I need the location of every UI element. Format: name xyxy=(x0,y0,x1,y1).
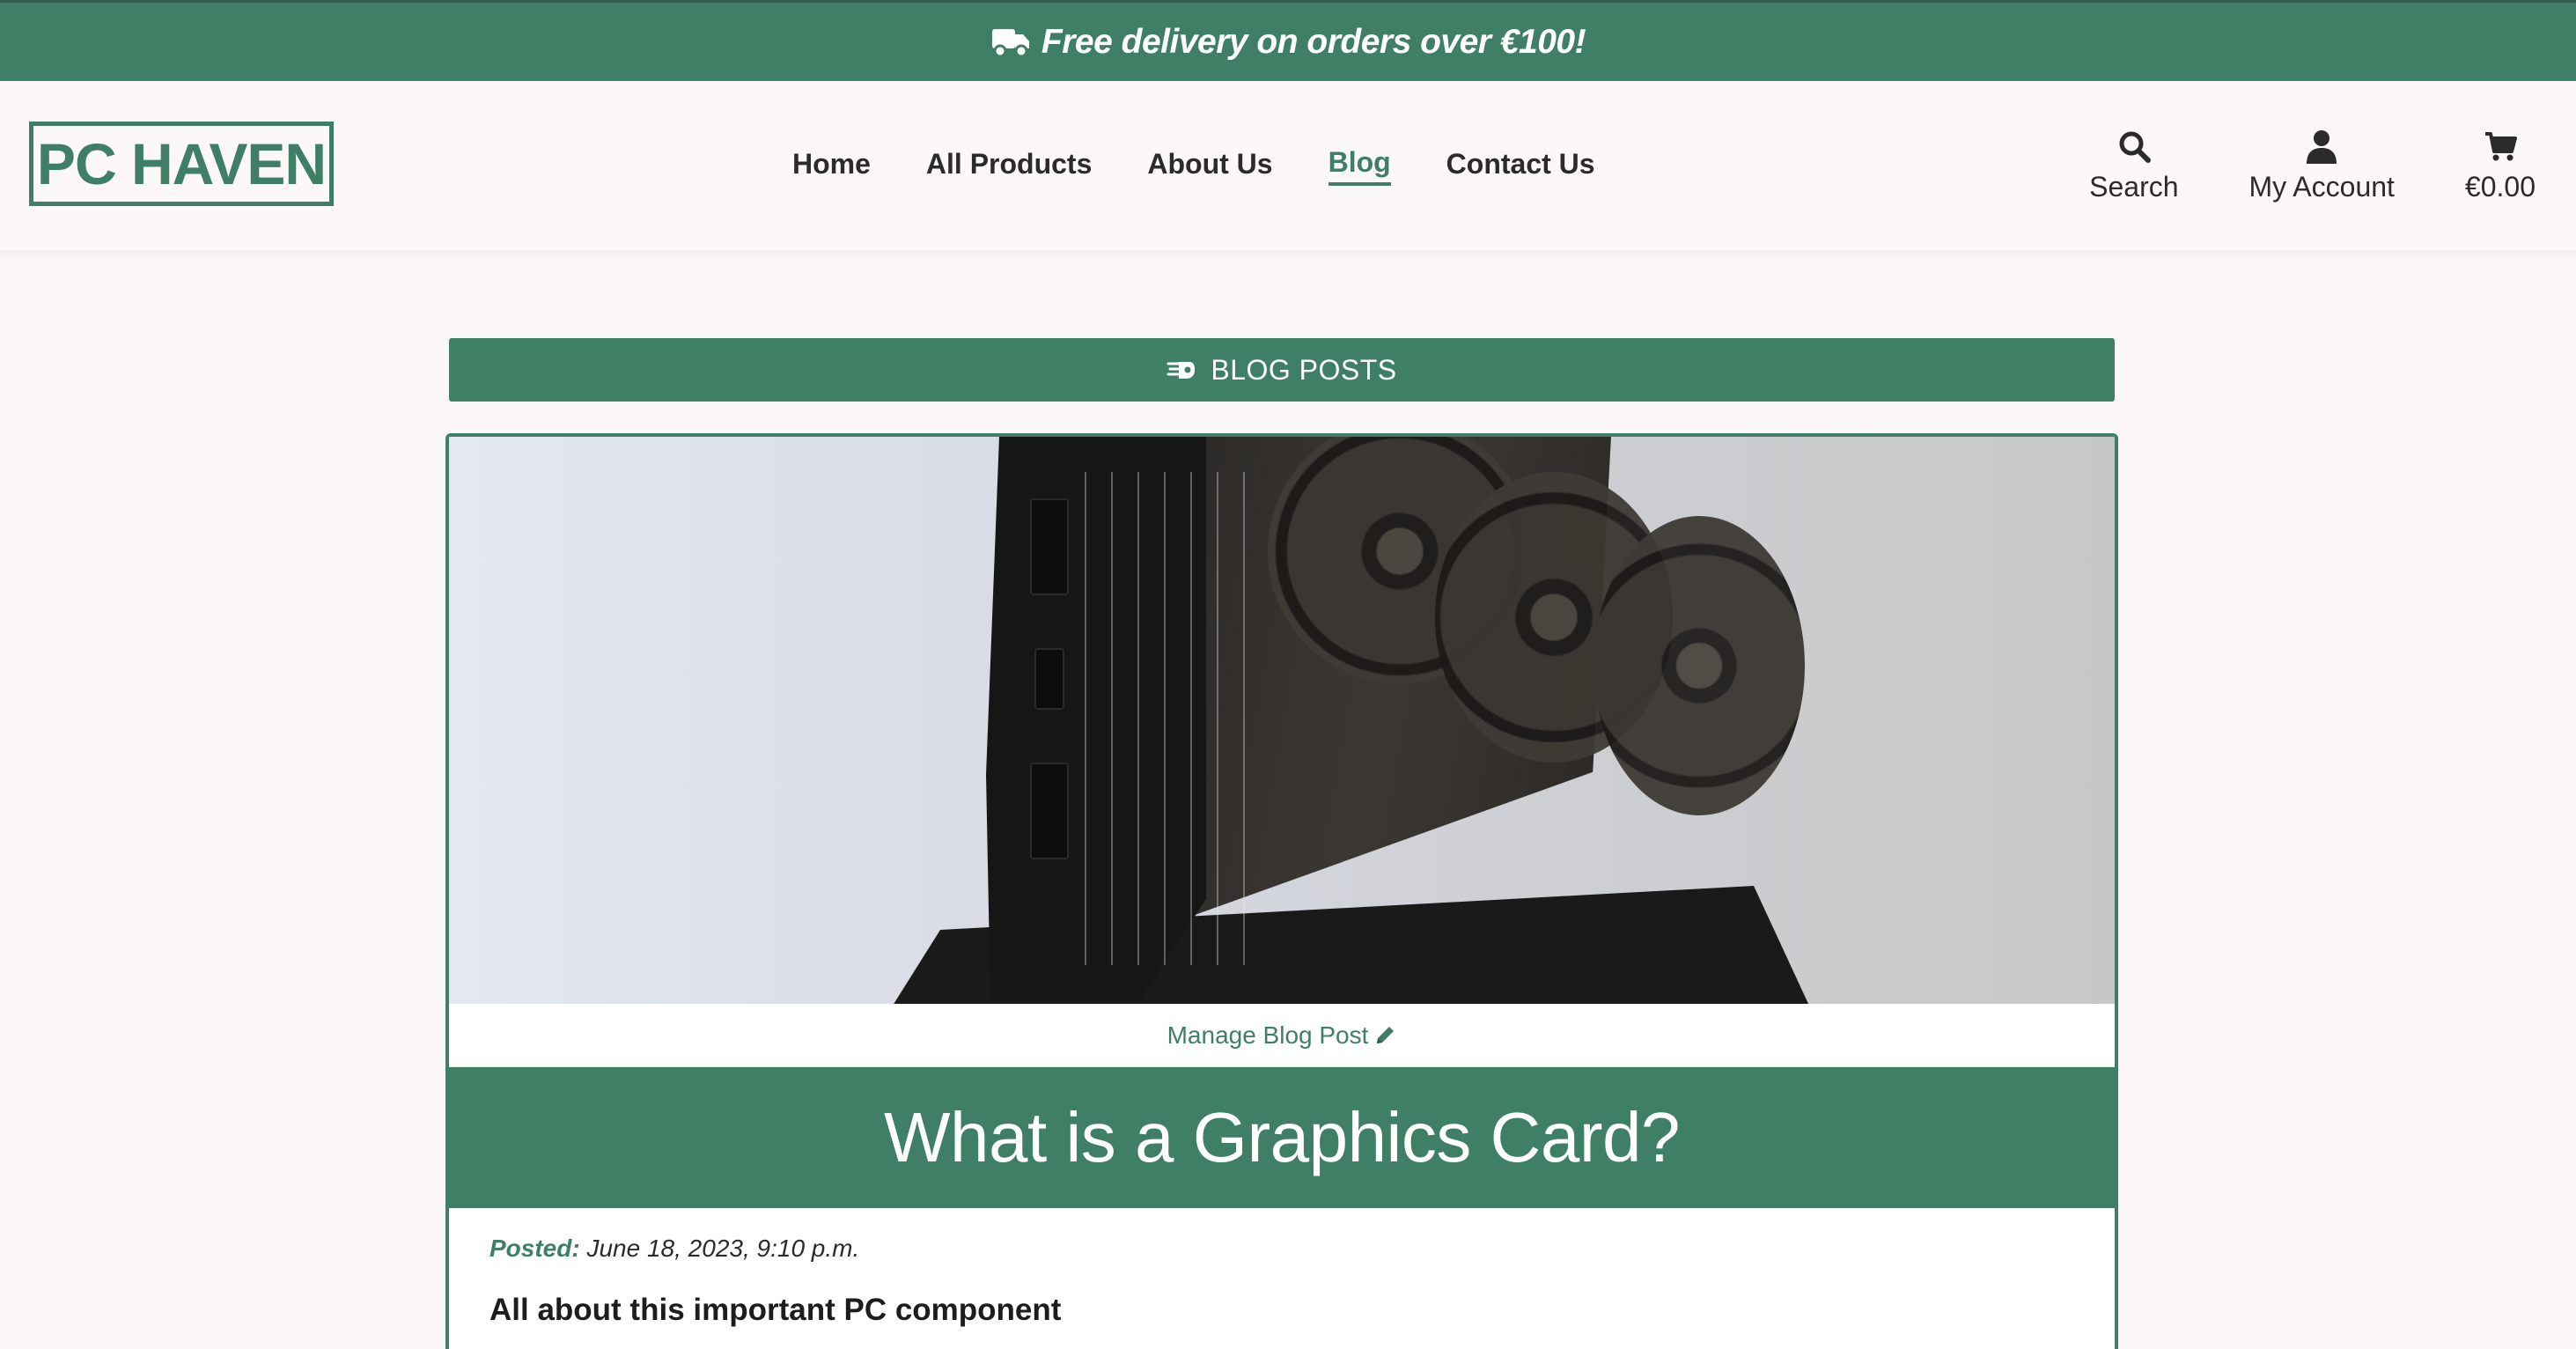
blog-posts-title: BLOG POSTS xyxy=(1211,353,1397,386)
post-subtitle: All about this important PC component xyxy=(489,1293,1062,1327)
nav-blog[interactable]: Blog xyxy=(1328,146,1391,186)
manage-blog-post-label: Manage Blog Post xyxy=(1167,1021,1369,1049)
my-account-button[interactable]: My Account xyxy=(2249,129,2395,203)
nav-all-products[interactable]: All Products xyxy=(926,148,1092,184)
post-title: What is a Graphics Card? xyxy=(884,1098,1680,1176)
site-header: PC HAVEN Home All Products About Us Blog… xyxy=(0,81,2576,250)
posted-date: June 18, 2023, 9:10 p.m. xyxy=(586,1235,860,1262)
search-label: Search xyxy=(2089,170,2179,203)
post-meta: Posted: June 18, 2023, 9:10 p.m. xyxy=(489,1235,2074,1263)
delivery-banner: Free delivery on orders over €100! xyxy=(0,0,2576,81)
nav-about-us[interactable]: About Us xyxy=(1147,148,1272,184)
user-icon xyxy=(2307,129,2337,164)
shopping-cart-icon xyxy=(2484,131,2517,160)
site-logo[interactable]: PC HAVEN xyxy=(29,122,334,206)
posted-label: Posted: xyxy=(489,1235,580,1262)
image-port-3 xyxy=(1030,763,1069,859)
cart-total: €0.00 xyxy=(2464,170,2536,203)
post-body: Posted: June 18, 2023, 9:10 p.m. All abo… xyxy=(449,1208,2115,1349)
truck-icon xyxy=(991,28,1029,57)
manage-row: Manage Blog Post xyxy=(449,1004,2115,1067)
blog-posts-heading: BLOG POSTS xyxy=(449,338,2115,402)
shopping-cart-button[interactable]: €0.00 xyxy=(2465,129,2536,203)
delivery-banner-text: Free delivery on orders over €100! xyxy=(1041,22,1586,61)
header-tools: Search My Account €0.00 xyxy=(2089,81,2576,250)
blog-post-image xyxy=(449,437,2115,1004)
blog-post-card: Manage Blog Post What is a Graphics Card… xyxy=(445,433,2118,1349)
nav-home[interactable]: Home xyxy=(792,148,871,184)
image-port-2 xyxy=(1034,648,1064,710)
post-title-bar: What is a Graphics Card? xyxy=(449,1067,2115,1208)
hand-pointing-icon xyxy=(1167,362,1196,379)
nav-contact-us[interactable]: Contact Us xyxy=(1446,148,1595,184)
image-fan-3 xyxy=(1593,516,1805,815)
my-account-label: My Account xyxy=(2248,170,2395,203)
image-port-1 xyxy=(1030,498,1069,595)
pencil-icon xyxy=(1377,1026,1395,1043)
search-button[interactable]: Search xyxy=(2089,129,2179,203)
search-icon xyxy=(2119,131,2151,163)
manage-blog-post-link[interactable]: Manage Blog Post xyxy=(1167,1021,1397,1050)
image-bracket-markings xyxy=(1072,472,1248,965)
main-nav: Home All Products About Us Blog Contact … xyxy=(792,81,1651,250)
